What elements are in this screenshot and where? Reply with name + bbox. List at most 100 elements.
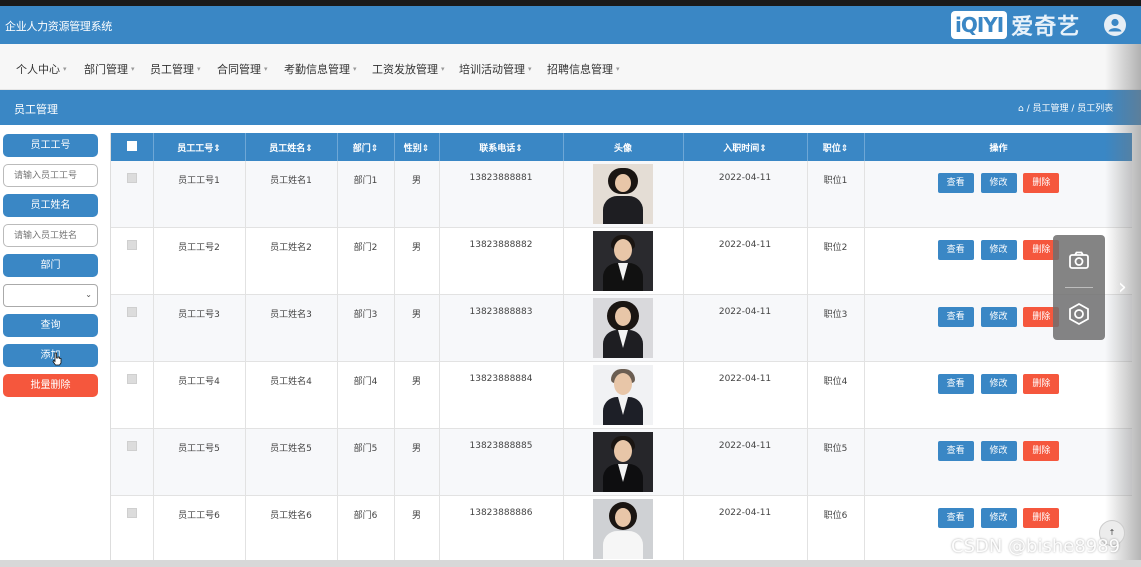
avatar: [593, 499, 653, 559]
row-select-cell[interactable]: [111, 428, 154, 496]
avatar: [593, 365, 653, 425]
chevron-right-icon[interactable]: ›: [1118, 276, 1134, 300]
chevron-down-icon: ▾: [441, 65, 445, 73]
row-checkbox[interactable]: [126, 307, 137, 317]
view-button[interactable]: 查看: [937, 508, 974, 528]
cell-gender: 男: [394, 294, 440, 362]
header-gender[interactable]: 性别⇕: [394, 133, 440, 161]
edit-button[interactable]: 修改: [980, 307, 1017, 327]
cell-emp-no: 员工工号1: [153, 161, 246, 228]
nav-item-salary-manage[interactable]: 工资发放管理 ▾: [372, 61, 445, 77]
edit-button[interactable]: 修改: [980, 173, 1017, 193]
cell-gender: 男: [394, 227, 440, 295]
row-checkbox[interactable]: [126, 240, 137, 250]
view-button[interactable]: 查看: [937, 307, 974, 327]
query-button[interactable]: 查询: [3, 314, 98, 337]
edit-button[interactable]: 修改: [980, 240, 1017, 260]
dept-select[interactable]: ⌄: [3, 284, 98, 307]
row-select-cell[interactable]: [111, 161, 154, 228]
header-emp-no[interactable]: 员工工号⇕: [153, 133, 246, 161]
breadcrumb[interactable]: ⌂ / 员工管理 / 员工列表: [1018, 101, 1113, 114]
cell-position: 职位1: [807, 161, 865, 228]
row-checkbox[interactable]: [126, 441, 137, 451]
user-icon[interactable]: [1104, 14, 1126, 36]
delete-button[interactable]: 删除: [1023, 508, 1060, 528]
cell-avatar: [563, 227, 684, 295]
row-checkbox[interactable]: [126, 173, 137, 183]
cell-phone: 13823888885: [439, 428, 564, 496]
header-position[interactable]: 职位⇕: [807, 133, 865, 161]
row-select-cell[interactable]: [111, 495, 154, 563]
emp-no-input[interactable]: [3, 164, 98, 187]
row-select-cell[interactable]: [111, 361, 154, 429]
cell-position: 职位4: [807, 361, 865, 429]
delete-button[interactable]: 删除: [1023, 173, 1060, 193]
header-avatar: 头像: [563, 133, 684, 161]
main-nav: 个人中心 ▾ 部门管理 ▾ 员工管理 ▾ 合同管理 ▾ 考勤信息管理 ▾ 工资发放管理 ▾ …: [0, 44, 1141, 90]
nav-item-recruit-manage[interactable]: 招聘信息管理 ▾: [547, 61, 620, 77]
nav-item-employee-manage[interactable]: 员工管理 ▾: [150, 61, 201, 77]
cell-avatar: [563, 428, 684, 496]
cell-gender: 男: [394, 428, 440, 496]
cell-hire-date: 2022-04-11: [683, 227, 808, 295]
cell-dept: 部门4: [337, 361, 395, 429]
delete-button[interactable]: 删除: [1023, 374, 1060, 394]
app-title: 企业人力资源管理系统: [5, 20, 112, 33]
nav-item-dept-manage[interactable]: 部门管理 ▾: [84, 61, 135, 77]
search-sidebar: 员工工号 员工姓名 部门 ⌄ 查询 添加 批量删除: [0, 125, 104, 567]
nav-item-personal-center[interactable]: 个人中心 ▾: [16, 61, 67, 77]
cell-hire-date: 2022-04-11: [683, 428, 808, 496]
view-button[interactable]: 查看: [937, 173, 974, 193]
chevron-down-icon: ▾: [616, 65, 620, 73]
row-select-cell[interactable]: [111, 227, 154, 295]
employee-table: 员工工号⇕ 员工姓名⇕ 部门⇕ 性别⇕ 联系电话⇕ 头像 入职时间⇕ 职位⇕ 操…: [111, 133, 1132, 563]
cell-position: 职位2: [807, 227, 865, 295]
batch-delete-button[interactable]: 批量删除: [3, 374, 98, 397]
header-dept[interactable]: 部门⇕: [337, 133, 395, 161]
cell-phone: 13823888881: [439, 161, 564, 228]
table-row: 员工工号4 员工姓名4 部门4 男 13823888884 2022-04-11…: [111, 361, 1132, 429]
emp-name-label: 员工姓名: [3, 194, 98, 217]
delete-button[interactable]: 删除: [1023, 441, 1060, 461]
header-hire-date[interactable]: 入职时间⇕: [683, 133, 808, 161]
cell-position: 职位6: [807, 495, 865, 563]
logo-text: 爱奇艺: [1011, 15, 1081, 40]
lens-icon[interactable]: [1067, 302, 1091, 326]
header-phone[interactable]: 联系电话⇕: [439, 133, 564, 161]
edit-button[interactable]: 修改: [980, 508, 1017, 528]
horizontal-scrollbar[interactable]: [0, 560, 1141, 567]
emp-name-input[interactable]: [3, 224, 98, 247]
table-row: 员工工号5 员工姓名5 部门5 男 13823888885 2022-04-11…: [111, 428, 1132, 496]
row-select-cell[interactable]: [111, 294, 154, 362]
edit-button[interactable]: 修改: [980, 374, 1017, 394]
cell-phone: 13823888882: [439, 227, 564, 295]
chevron-down-icon: ▾: [264, 65, 268, 73]
view-button[interactable]: 查看: [937, 240, 974, 260]
header-emp-name[interactable]: 员工姓名⇕: [245, 133, 338, 161]
view-button[interactable]: 查看: [937, 441, 974, 461]
emp-no-label: 员工工号: [3, 134, 98, 157]
cell-position: 职位5: [807, 428, 865, 496]
csdn-watermark: CSDN @bishe8989: [951, 536, 1121, 557]
view-button[interactable]: 查看: [937, 374, 974, 394]
camera-icon[interactable]: [1067, 248, 1091, 272]
dept-label: 部门: [3, 254, 98, 277]
nav-item-contract-manage[interactable]: 合同管理 ▾: [217, 61, 268, 77]
logo-box: iQIYI: [951, 11, 1008, 39]
hand-cursor-icon: [52, 352, 62, 366]
cell-dept: 部门3: [337, 294, 395, 362]
cell-actions: 查看 修改 删除: [864, 361, 1132, 429]
nav-item-training-manage[interactable]: 培训活动管理 ▾: [459, 61, 532, 77]
cell-hire-date: 2022-04-11: [683, 361, 808, 429]
edit-button[interactable]: 修改: [980, 441, 1017, 461]
cell-phone: 13823888883: [439, 294, 564, 362]
row-checkbox[interactable]: [126, 508, 137, 518]
row-checkbox[interactable]: [126, 374, 137, 384]
cell-hire-date: 2022-04-11: [683, 495, 808, 563]
nav-item-attendance-manage[interactable]: 考勤信息管理 ▾: [284, 61, 357, 77]
cell-emp-no: 员工工号5: [153, 428, 246, 496]
select-all-checkbox[interactable]: [126, 140, 137, 151]
add-button[interactable]: 添加: [3, 344, 98, 367]
select-all-cell[interactable]: [111, 133, 154, 161]
cell-dept: 部门6: [337, 495, 395, 563]
